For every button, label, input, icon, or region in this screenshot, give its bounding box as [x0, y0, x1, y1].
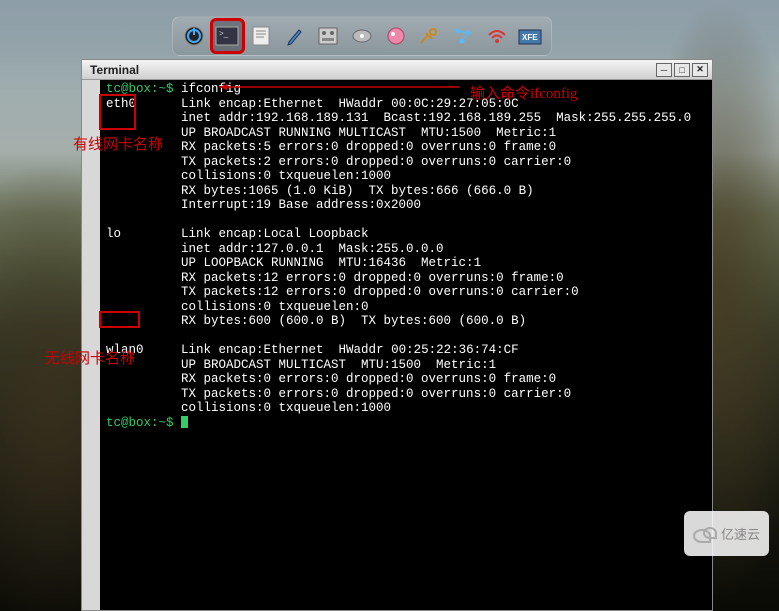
- taskbar: >_ XFE: [172, 16, 552, 56]
- disk-icon[interactable]: [346, 20, 378, 52]
- maximize-button[interactable]: □: [674, 63, 690, 77]
- iface-eth0: eth0: [106, 97, 136, 111]
- mount-icon[interactable]: [380, 20, 412, 52]
- terminal-icon[interactable]: >_: [212, 20, 244, 52]
- cloud-icon: [693, 525, 717, 543]
- control-panel-icon[interactable]: [313, 20, 345, 52]
- pencil-icon[interactable]: [279, 20, 311, 52]
- prompt: tc@box:~$: [106, 82, 174, 96]
- svg-text:>_: >_: [219, 29, 229, 38]
- network-icon[interactable]: [447, 20, 479, 52]
- cursor: [181, 416, 188, 428]
- minimize-button[interactable]: ─: [656, 63, 672, 77]
- watermark: 亿速云: [684, 511, 769, 556]
- prompt-2: tc@box:~$: [106, 416, 174, 430]
- file-manager-icon[interactable]: XFE: [514, 20, 546, 52]
- power-icon[interactable]: [178, 20, 210, 52]
- titlebar[interactable]: Terminal ─ □ ✕: [82, 60, 712, 80]
- tools-icon[interactable]: [413, 20, 445, 52]
- editor-icon[interactable]: [245, 20, 277, 52]
- iface-wlan0: wlan0: [106, 343, 144, 357]
- close-button[interactable]: ✕: [692, 63, 708, 77]
- svg-text:XFE: XFE: [522, 33, 538, 42]
- watermark-text: 亿速云: [721, 524, 760, 543]
- terminal-window: Terminal ─ □ ✕ tc@box:~$ ifconfig eth0 L…: [81, 59, 713, 611]
- wifi-icon[interactable]: [481, 20, 513, 52]
- terminal-content[interactable]: tc@box:~$ ifconfig eth0 Link encap:Ether…: [82, 80, 712, 610]
- iface-lo: lo: [106, 227, 121, 241]
- window-title: Terminal: [86, 63, 656, 77]
- command-text: ifconfig: [181, 82, 241, 96]
